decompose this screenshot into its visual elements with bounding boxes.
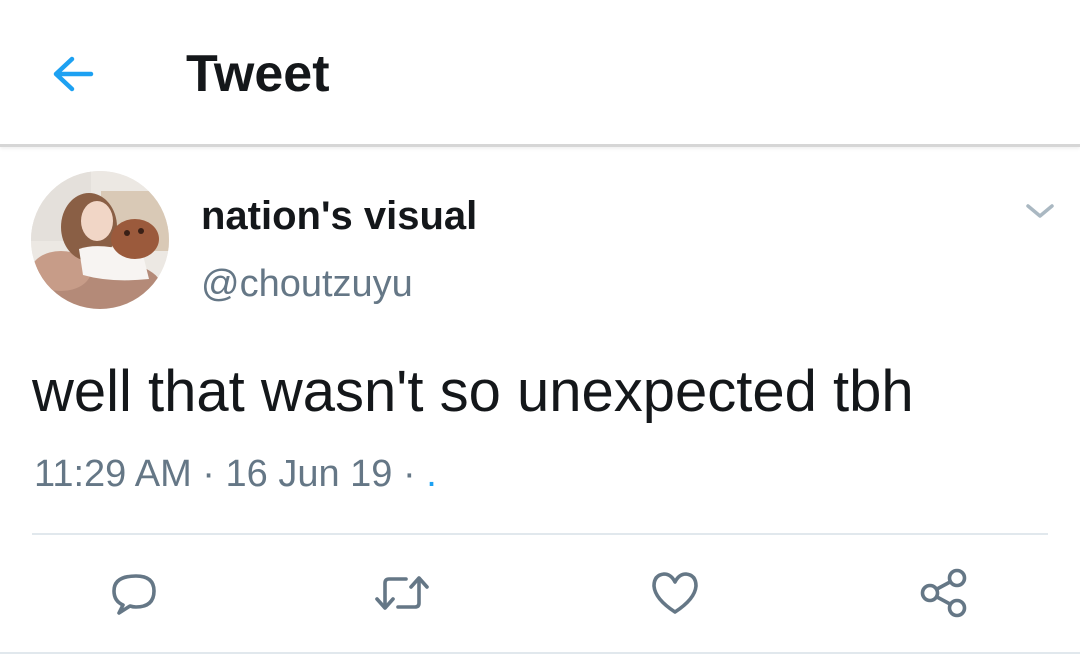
reply-button[interactable] [104,565,164,621]
like-button[interactable] [645,565,705,621]
back-button[interactable] [40,44,104,104]
share-button[interactable] [914,565,974,621]
retweet-icon [375,576,429,610]
share-icon [920,568,967,618]
meta-separator: · [202,453,215,495]
source-link[interactable]: . [426,453,437,495]
user-handle[interactable]: @choutzuyu [201,262,413,306]
tweet-text: well that wasn't so unexpected tbh [32,359,914,424]
chevron-down-icon [1026,204,1054,218]
avatar-image [31,171,169,309]
more-options-button[interactable] [1018,193,1062,229]
tweet-detail: nation's visual @choutzuyu well that was… [0,147,1080,659]
tweet-timestamp: 11:29 AM · 16 Jun 19 · . [34,452,437,496]
tweet-date: 16 Jun 19 [225,453,393,495]
top-app-bar: Tweet [0,0,1080,147]
retweet-button[interactable] [372,565,432,621]
display-name[interactable]: nation's visual [201,193,477,239]
reply-bubble-icon [112,574,156,615]
tweet-time: 11:29 AM [34,453,192,495]
heart-icon [652,572,698,614]
divider [32,533,1048,535]
avatar[interactable] [31,171,169,309]
arrow-left-icon [53,56,94,92]
page-title: Tweet [186,45,330,103]
meta-separator-2: · [403,453,416,495]
bottom-divider [0,652,1080,654]
